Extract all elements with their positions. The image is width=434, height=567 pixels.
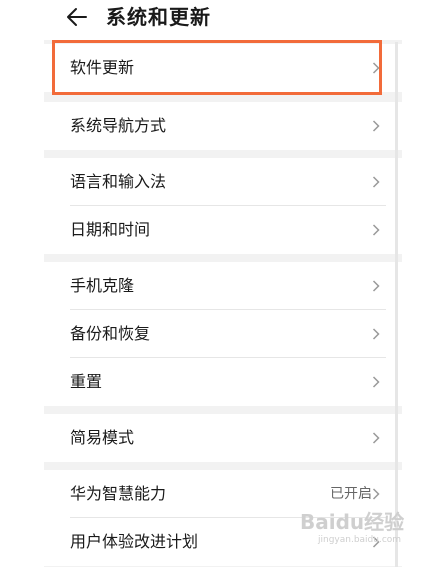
chevron-right-icon: [372, 280, 380, 292]
watermark-url: jingyan.baidu.com: [318, 535, 402, 545]
chevron-right-icon: [372, 376, 380, 388]
item-label: 重置: [70, 372, 103, 391]
settings-item-navigation-mode[interactable]: 系统导航方式: [44, 102, 402, 150]
settings-item-language-input[interactable]: 语言和输入法: [44, 158, 402, 206]
settings-group-language-time: 语言和输入法 日期和时间: [44, 158, 402, 254]
item-label: 华为智慧能力: [70, 484, 167, 503]
settings-item-phone-clone[interactable]: 手机克隆: [44, 262, 402, 310]
settings-item-date-time[interactable]: 日期和时间: [44, 206, 402, 254]
left-margin: [0, 0, 44, 567]
right-margin: [402, 0, 434, 567]
settings-item-backup-restore[interactable]: 备份和恢复: [44, 310, 402, 358]
chevron-right-icon: [372, 328, 380, 340]
settings-item-simple-mode[interactable]: 简易模式: [44, 414, 402, 462]
settings-group-simple-mode: 简易模式: [44, 414, 402, 462]
chevron-right-icon: [372, 120, 380, 132]
item-label: 手机克隆: [70, 276, 135, 295]
item-label: 备份和恢复: [70, 324, 151, 343]
item-label: 日期和时间: [70, 220, 151, 239]
item-label: 用户体验改进计划: [70, 532, 199, 551]
item-label: 简易模式: [70, 428, 135, 447]
chevron-right-icon: [372, 488, 380, 500]
item-label: 语言和输入法: [70, 172, 167, 191]
highlight-box: [52, 40, 382, 95]
settings-group-backup: 手机克隆 备份和恢复 重置: [44, 262, 402, 406]
chevron-right-icon: [372, 224, 380, 236]
header-bar: [44, 0, 402, 40]
settings-group-navigation: 系统导航方式: [44, 102, 402, 150]
settings-item-reset[interactable]: 重置: [44, 358, 402, 406]
chevron-right-icon: [372, 176, 380, 188]
page-title: 系统和更新: [106, 5, 211, 29]
watermark-logo: Baidu经验: [300, 510, 405, 534]
settings-screen: 系统和更新 软件更新 系统导航方式 语言和输入法 日期和时间 手机克隆 备份和恢…: [0, 0, 434, 567]
scrollbar[interactable]: [395, 42, 398, 567]
arrow-left-icon[interactable]: [66, 7, 88, 27]
item-label: 系统导航方式: [70, 116, 167, 135]
chevron-right-icon: [372, 432, 380, 444]
watermark: Baidu经验 jingyan.baidu.com: [300, 506, 404, 545]
